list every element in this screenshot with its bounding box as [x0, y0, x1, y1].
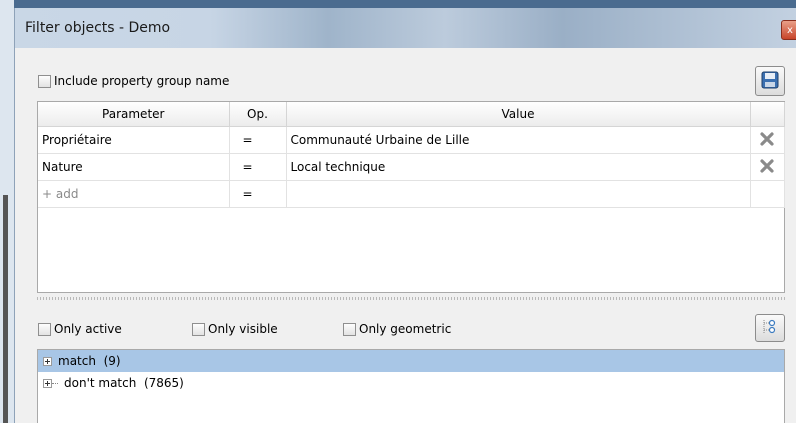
only-visible-checkbox[interactable]: Only visible [192, 322, 278, 336]
only-geometric-checkbox[interactable]: Only geometric [343, 322, 451, 336]
results-tree: match (9) don't match (7865) [37, 349, 785, 423]
background-window-strip [0, 0, 14, 423]
checkbox-box[interactable] [343, 322, 356, 336]
op-cell[interactable]: = [229, 180, 287, 208]
table-row[interactable]: Propriétaire = Communauté Urbaine de Lil… [38, 126, 785, 154]
column-header-actions [750, 102, 785, 127]
tree-item-dont-match[interactable]: don't match (7865) [38, 372, 784, 394]
delete-x-icon [760, 158, 774, 176]
tree-item-label: don't match (7865) [64, 376, 184, 390]
delete-x-icon [760, 131, 774, 149]
parameter-grid: Parameter Op. Value Propriétaire = Commu… [37, 101, 785, 293]
title-bar[interactable]: Filter objects - Demo x [15, 8, 796, 48]
op-cell[interactable]: = [229, 126, 287, 154]
dialog-body: Include property group name Parameter Op… [21, 48, 791, 423]
filter-options-icon [761, 318, 779, 339]
filter-options-button[interactable] [755, 314, 785, 342]
include-group-name-checkbox[interactable]: Include property group name [38, 74, 229, 88]
save-icon [760, 70, 780, 93]
window-title: Filter objects - Demo [25, 20, 171, 36]
only-geometric-label: Only geometric [359, 322, 452, 336]
only-active-label: Only active [54, 322, 122, 336]
add-row[interactable]: + add = [38, 180, 785, 208]
add-parameter-cell[interactable]: + add [38, 180, 230, 208]
checkbox-box[interactable] [38, 74, 51, 88]
only-visible-label: Only visible [208, 322, 278, 336]
column-header-op[interactable]: Op. [229, 102, 287, 127]
column-header-parameter[interactable]: Parameter [38, 102, 230, 127]
parameter-cell[interactable]: Propriétaire [38, 126, 230, 154]
tree-connector [52, 382, 58, 384]
include-group-name-label: Include property group name [54, 74, 230, 88]
column-header-value[interactable]: Value [286, 102, 751, 127]
delete-row-button[interactable] [750, 153, 785, 181]
background-scrollbar [3, 195, 8, 423]
checkbox-box[interactable] [38, 322, 51, 336]
expand-icon[interactable] [43, 378, 52, 388]
only-active-checkbox[interactable]: Only active [38, 322, 122, 336]
filter-objects-window: Filter objects - Demo x Include property… [14, 8, 796, 423]
value-cell[interactable]: Communauté Urbaine de Lille [286, 126, 751, 154]
op-cell[interactable]: = [229, 153, 287, 181]
delete-row-button[interactable] [750, 126, 785, 154]
close-button[interactable]: x [781, 20, 796, 40]
value-cell[interactable] [286, 180, 751, 208]
value-cell[interactable]: Local technique [286, 153, 751, 181]
empty-action-cell [750, 180, 785, 208]
parameter-cell[interactable]: Nature [38, 153, 230, 181]
panel-splitter[interactable] [37, 297, 785, 300]
expand-icon[interactable] [43, 356, 52, 366]
table-row[interactable]: Nature = Local technique [38, 153, 785, 181]
tree-item-match[interactable]: match (9) [38, 350, 784, 372]
save-button[interactable] [755, 66, 785, 96]
checkbox-box[interactable] [192, 322, 205, 336]
tree-item-label: match (9) [58, 354, 121, 368]
